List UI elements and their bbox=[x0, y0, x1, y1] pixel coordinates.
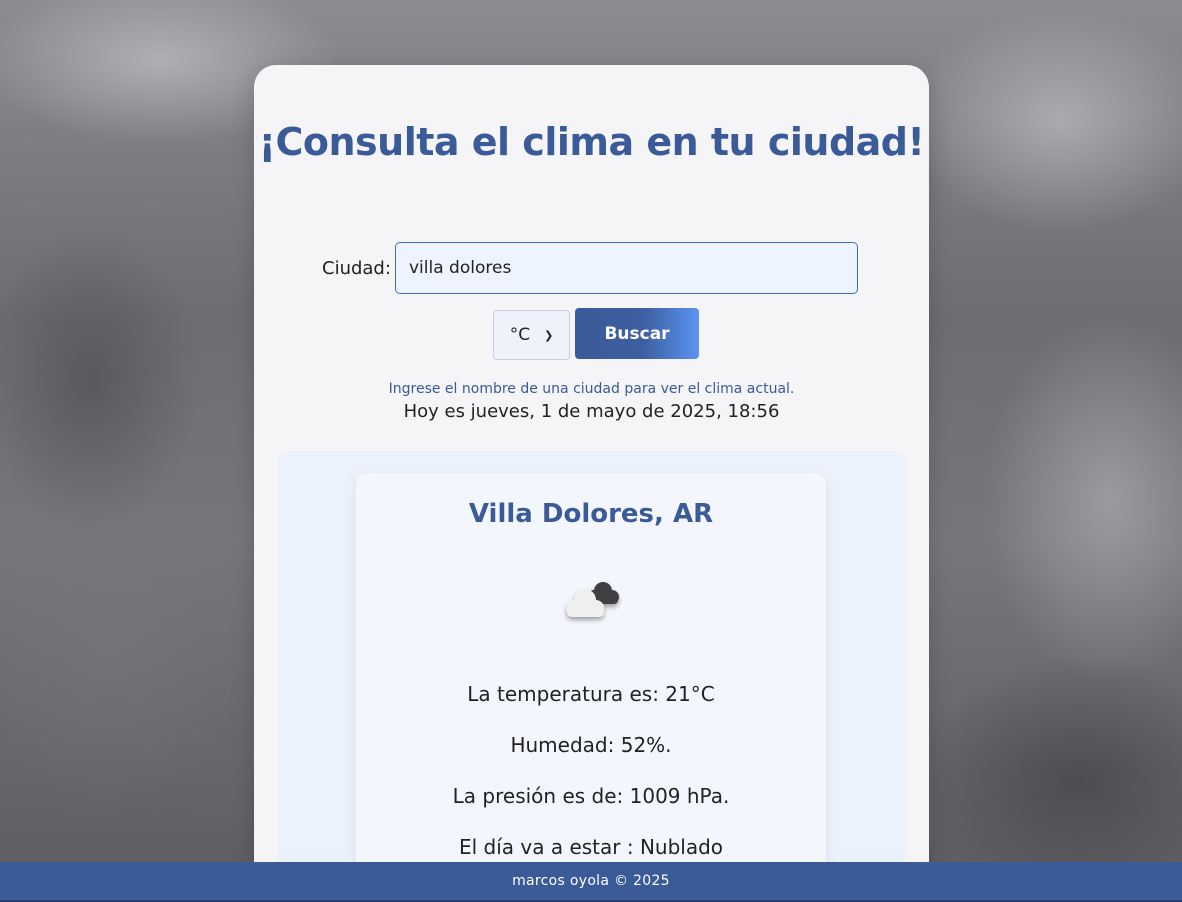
weather-card: Villa Dolores, AR La temperatura es: 21°… bbox=[356, 473, 826, 902]
chevron-down-icon: ❯ bbox=[544, 328, 554, 342]
search-button[interactable]: Buscar bbox=[575, 308, 699, 359]
result-area: Villa Dolores, AR La temperatura es: 21°… bbox=[278, 451, 905, 902]
footer-text: marcos oyola © 2025 bbox=[512, 873, 670, 889]
unit-select-value: °C bbox=[509, 325, 531, 345]
city-label: Ciudad: bbox=[322, 258, 391, 279]
city-input[interactable] bbox=[395, 242, 858, 294]
main-card: ¡Consulta el clima en tu ciudad! Ciudad:… bbox=[254, 65, 929, 902]
page-title: ¡Consulta el clima en tu ciudad! bbox=[258, 120, 925, 164]
unit-select[interactable]: °C ❯ bbox=[493, 310, 570, 360]
weather-city-name: Villa Dolores, AR bbox=[468, 499, 714, 529]
description-text: El día va a estar : Nublado bbox=[458, 835, 724, 859]
footer: marcos oyola © 2025 bbox=[0, 862, 1182, 902]
cloudy-icon bbox=[551, 573, 631, 643]
temperature-text: La temperatura es: 21°C bbox=[467, 682, 715, 706]
humidity-text: Humedad: 52%. bbox=[510, 733, 672, 757]
current-date: Hoy es jueves, 1 de mayo de 2025, 18:56 bbox=[403, 401, 780, 422]
search-hint: Ingrese el nombre de una ciudad para ver… bbox=[388, 381, 795, 397]
pressure-text: La presión es de: 1009 hPa. bbox=[452, 784, 730, 808]
